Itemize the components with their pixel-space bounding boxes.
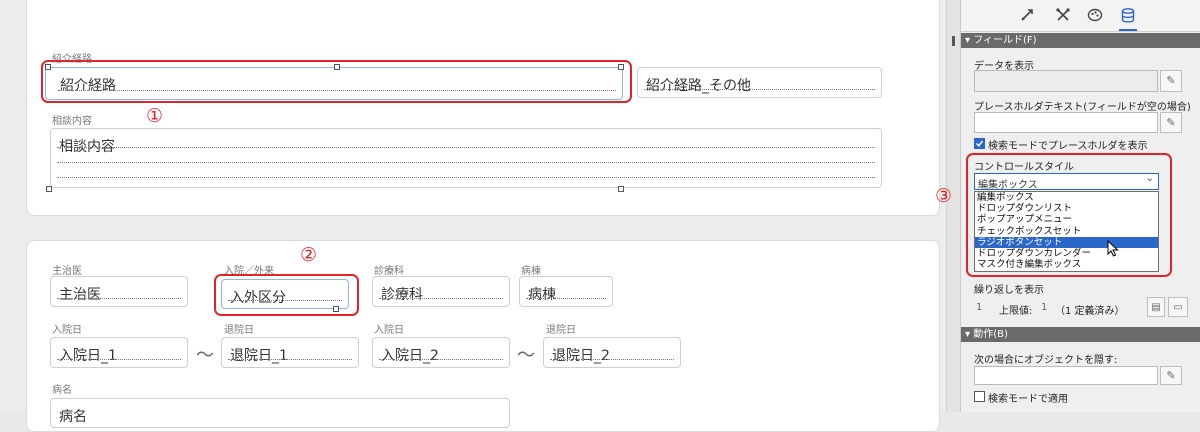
search-mode-placeholder-checkbox[interactable]: [974, 138, 985, 149]
field-section-header[interactable]: ▾ フィールド(F): [961, 33, 1200, 48]
annotation-marker-1: ①: [146, 105, 164, 127]
selection-handle[interactable]: [618, 186, 624, 192]
annotation-marker-2: ②: [300, 244, 318, 266]
ward-field[interactable]: 病棟: [519, 276, 613, 307]
vertical-layout-icon: ▤: [1151, 302, 1161, 313]
disease-label: 病名: [52, 385, 72, 396]
referral-other-text: 紹介経路_その他: [646, 78, 751, 94]
apply-search-mode-checkbox[interactable]: [974, 391, 985, 402]
inspector-toolbar: [961, 0, 1200, 32]
annotation-box-2: [214, 274, 359, 316]
dept-baseline: [379, 298, 503, 299]
splitter-grip[interactable]: [952, 36, 955, 46]
consult-baseline-2: [57, 162, 875, 163]
theme-icon[interactable]: [1086, 7, 1104, 25]
doctor-field[interactable]: 主治医: [50, 276, 188, 307]
discharge1-label: 退院日: [224, 325, 254, 336]
discharge1-field[interactable]: 退院日_1: [221, 337, 359, 368]
search-mode-placeholder-label: 検索モードでプレースホルダを表示: [988, 141, 1148, 152]
position-icon[interactable]: [1018, 7, 1036, 25]
data-icon[interactable]: [1119, 7, 1137, 31]
admit1-baseline: [57, 359, 181, 360]
admit2-field[interactable]: 入院日_2: [372, 337, 510, 368]
behavior-section-header[interactable]: ▾ 動作(B): [961, 327, 1200, 342]
consult-baseline-3: [57, 177, 875, 178]
consult-field[interactable]: 相談内容: [50, 128, 882, 188]
admit2-field-text: 入院日_2: [381, 348, 439, 364]
referral-other-baseline: [644, 89, 875, 90]
consult-field-text: 相談内容: [59, 139, 115, 155]
layout-canvas[interactable]: 紹介経路 紹介経路 紹介経路_その他 ① 相談内容 相談内容 主治医 主治医 入…: [0, 0, 946, 432]
hide-object-label: 次の場合にオブジェクトを隠す:: [974, 355, 1118, 366]
range-tilde: ～: [517, 345, 535, 366]
admit1-field[interactable]: 入院日_1: [50, 337, 188, 368]
annotation-box-1: [41, 60, 632, 103]
show-data-edit-button[interactable]: ✎: [1160, 70, 1182, 92]
show-data-field[interactable]: [974, 70, 1158, 92]
ward-label: 病棟: [521, 266, 541, 277]
dept-field-text: 診療科: [381, 287, 423, 303]
doctor-label: 主治医: [52, 266, 82, 277]
annotation-box-3: [966, 153, 1172, 277]
repeat-horizontal-button[interactable]: ▭: [1168, 297, 1188, 317]
discharge2-baseline: [550, 359, 674, 360]
consult-baseline-1: [57, 147, 875, 148]
disease-field[interactable]: 病名: [50, 398, 510, 428]
defined-note: （1 定義済み）: [1055, 306, 1125, 317]
placeholder-text-label: プレースホルダテキスト(フィールドが空の場合): [974, 102, 1191, 113]
dept-field[interactable]: 診療科: [372, 276, 510, 307]
doctor-field-text: 主治医: [59, 287, 101, 303]
disease-field-text: 病名: [59, 409, 87, 425]
repeat-label: 繰り返しを表示: [974, 285, 1044, 296]
appearance-icon[interactable]: [1054, 7, 1072, 25]
ward-field-text: 病棟: [528, 287, 556, 303]
referral-other-field[interactable]: 紹介経路_その他: [637, 67, 882, 98]
pencil-icon: ✎: [1166, 369, 1176, 382]
admit2-label: 入院日: [374, 325, 404, 336]
selection-handle[interactable]: [46, 186, 52, 192]
apply-search-mode-label: 検索モードで適用: [988, 394, 1068, 405]
hide-object-field[interactable]: [974, 366, 1158, 385]
repeat-start-value[interactable]: 1: [976, 302, 982, 313]
annotation-marker-3: ③: [935, 185, 953, 207]
placeholder-edit-button[interactable]: ✎: [1160, 112, 1182, 133]
discharge2-label: 退院日: [546, 325, 576, 336]
admit1-label: 入院日: [52, 325, 82, 336]
admit1-field-text: 入院日_1: [59, 348, 117, 364]
ward-baseline: [526, 298, 606, 299]
pencil-icon: ✎: [1166, 74, 1176, 87]
range-tilde: ～: [196, 345, 214, 366]
doctor-baseline: [57, 298, 181, 299]
repeat-vertical-button[interactable]: ▤: [1147, 297, 1165, 317]
pencil-icon: ✎: [1166, 116, 1176, 129]
discharge1-baseline: [228, 359, 352, 360]
admit2-baseline: [379, 359, 503, 360]
upper-limit-label: 上限値:: [999, 306, 1033, 317]
hide-object-edit-button[interactable]: ✎: [1160, 366, 1182, 385]
inspector-panel: ▾ フィールド(F) データを表示 ✎ プレースホルダテキスト(フィールドが空の…: [960, 0, 1200, 412]
upper-limit-value[interactable]: 1: [1041, 302, 1047, 313]
consult-label: 相談内容: [52, 116, 92, 127]
dept-label: 診療科: [374, 266, 404, 277]
horizontal-layout-icon: ▭: [1173, 302, 1183, 313]
discharge2-field[interactable]: 退院日_2: [543, 337, 681, 368]
discharge2-field-text: 退院日_2: [552, 348, 610, 364]
placeholder-text-field[interactable]: [974, 112, 1158, 133]
discharge1-field-text: 退院日_1: [230, 348, 288, 364]
